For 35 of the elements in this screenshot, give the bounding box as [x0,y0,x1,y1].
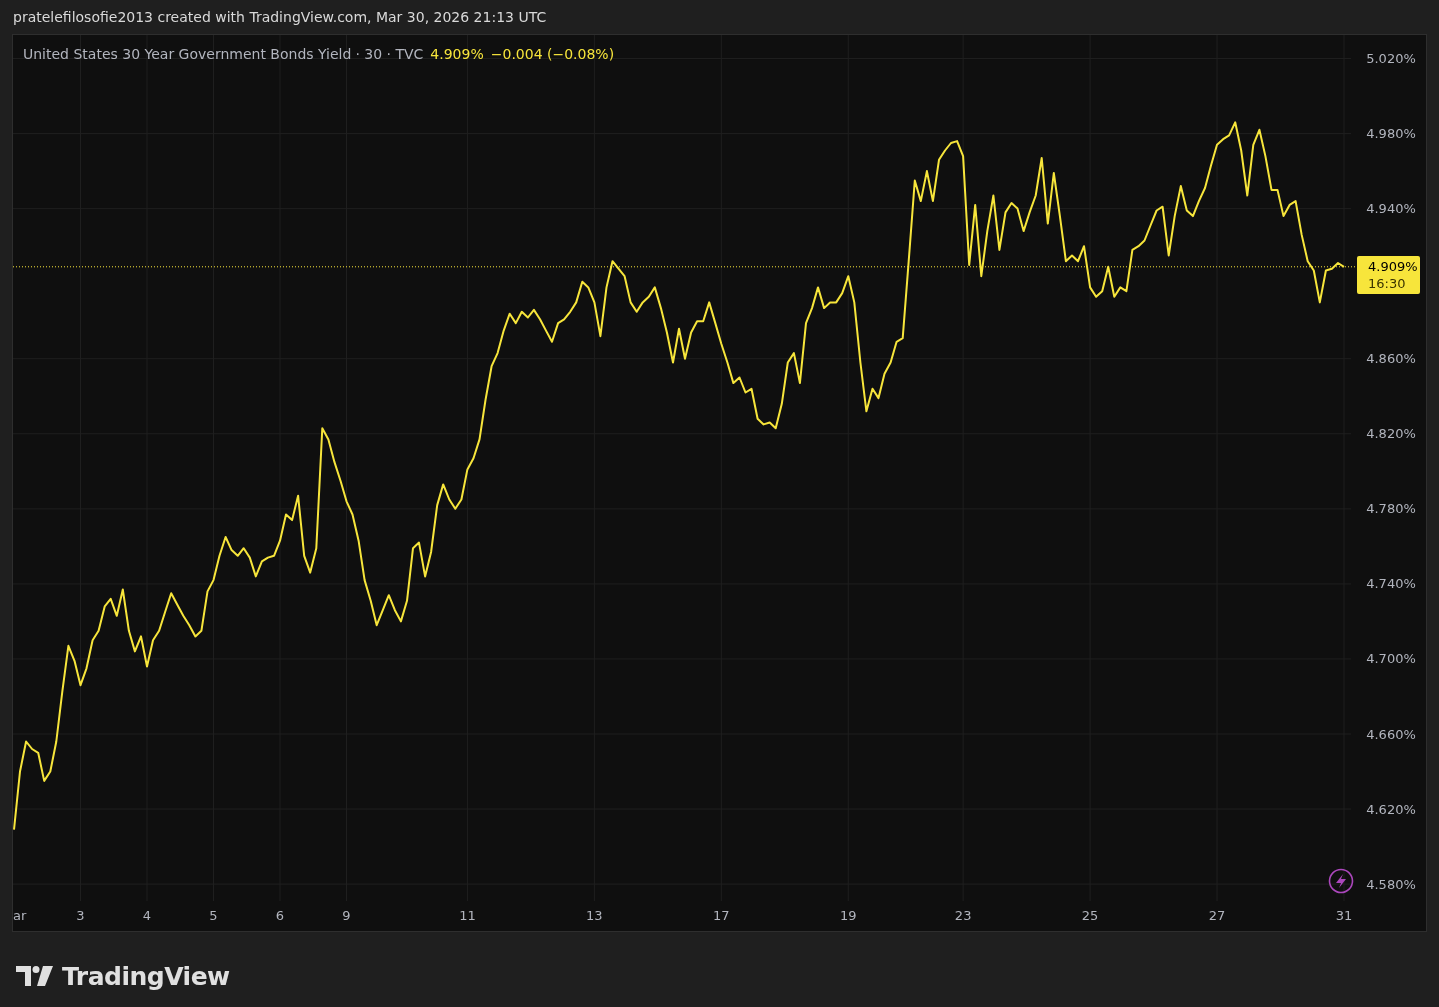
chart-caption: pratelefilosofie2013 created with TradingView.com, Mar 30, 2026 21:13 UTC [13,7,547,27]
lightning-icon[interactable] [1328,868,1354,894]
axis-label: 4.980% [1366,126,1416,142]
axis-label: 17 [713,908,730,923]
axis-label: 4.780% [1366,501,1416,517]
axis-label: 4.820% [1366,426,1416,442]
axis-label: 3 [76,908,85,923]
axis-label: 9 [342,908,351,923]
axis-label: 27 [1208,908,1226,923]
price-tag-time: 16:30 [1368,274,1406,292]
axis-label: 4.860% [1366,351,1416,367]
last-price: 4.909% [430,45,484,64]
axis-label: 5 [209,908,218,923]
price-tag-value: 4.909% [1368,257,1418,275]
price-change: −0.004 (−0.08%) [490,45,615,64]
axis-label: 4.700% [1366,651,1416,667]
axis-label: 6 [275,908,285,923]
axis-label: 4 [142,908,152,923]
axis-label: 5.020% [1366,51,1416,66]
axis-label: 23 [954,908,972,923]
logo-wordmark: TradingView [62,961,230,993]
axis-label: ar [13,908,27,923]
axis-label: 4.660% [1366,726,1416,742]
logo-icon [16,965,54,988]
axis-label: 4.740% [1366,576,1416,592]
axis-label: 13 [586,908,603,923]
axis-label: 4.940% [1366,201,1416,217]
symbol-title: United States 30 Year Government Bonds Yield [23,45,352,64]
axis-label: 4.580% [1366,876,1416,892]
axis-label: 19 [840,908,857,923]
axis-label: 31 [1335,908,1353,923]
axis-label: 11 [459,908,476,923]
symbol-details: · 30 · TVC [355,45,424,64]
axis-label: 25 [1081,908,1099,923]
axis-label: 4.620% [1366,801,1416,817]
